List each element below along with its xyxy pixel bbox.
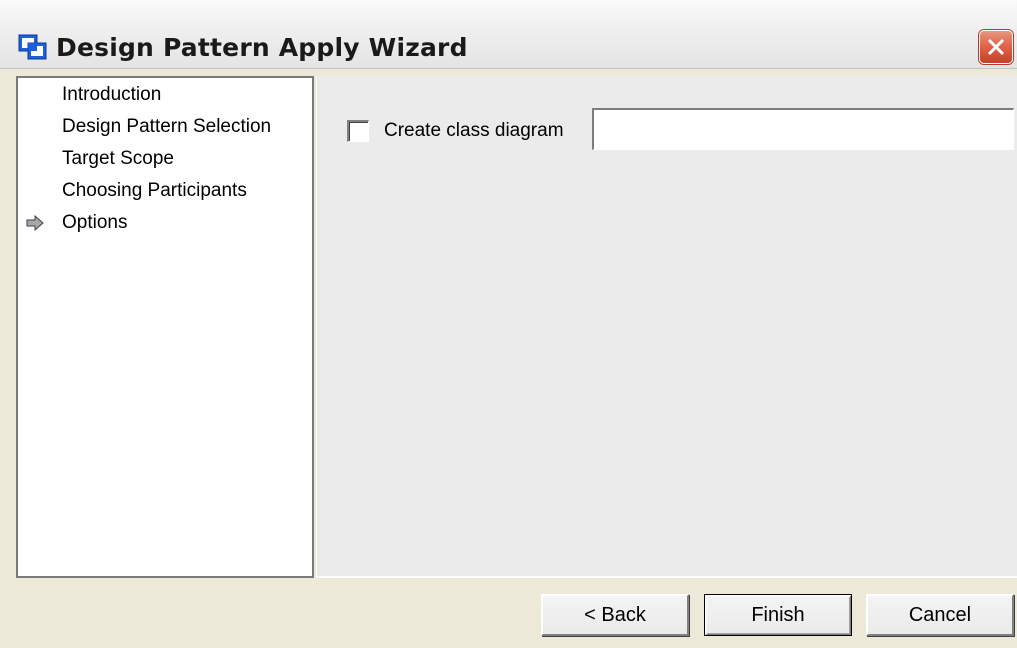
- create-class-diagram-label[interactable]: Create class diagram: [384, 120, 564, 142]
- step-label: Target Scope: [62, 148, 174, 169]
- step-target-scope: Target Scope: [18, 148, 308, 178]
- create-class-diagram-checkbox[interactable]: [347, 120, 369, 142]
- current-step-arrow-icon: [26, 214, 44, 232]
- close-icon: [987, 38, 1005, 56]
- options-content-panel: [316, 76, 1017, 578]
- back-button[interactable]: < Back: [541, 594, 689, 636]
- step-label: Choosing Participants: [62, 180, 247, 201]
- step-choosing-participants: Choosing Participants: [18, 180, 308, 210]
- title-bar[interactable]: Design Pattern Apply Wizard: [0, 0, 1017, 69]
- close-button[interactable]: [979, 30, 1013, 64]
- wizard-steps-panel: Introduction Design Pattern Selection Ta…: [16, 76, 314, 578]
- finish-button[interactable]: Finish: [704, 594, 852, 636]
- cancel-button[interactable]: Cancel: [866, 594, 1014, 636]
- window-title: Design Pattern Apply Wizard: [56, 33, 468, 62]
- step-label: Design Pattern Selection: [62, 116, 272, 137]
- step-label: Introduction: [62, 84, 162, 105]
- step-design-pattern-selection: Design Pattern Selection: [18, 116, 308, 146]
- step-introduction: Introduction: [18, 84, 308, 114]
- wizard-window: Design Pattern Apply Wizard Introduction…: [0, 0, 1017, 648]
- step-label: Options: [62, 212, 128, 233]
- button-bar: [0, 580, 1017, 648]
- wizard-app-icon: [18, 34, 48, 60]
- step-options: Options: [18, 212, 308, 242]
- class-diagram-name-input[interactable]: [592, 108, 1014, 150]
